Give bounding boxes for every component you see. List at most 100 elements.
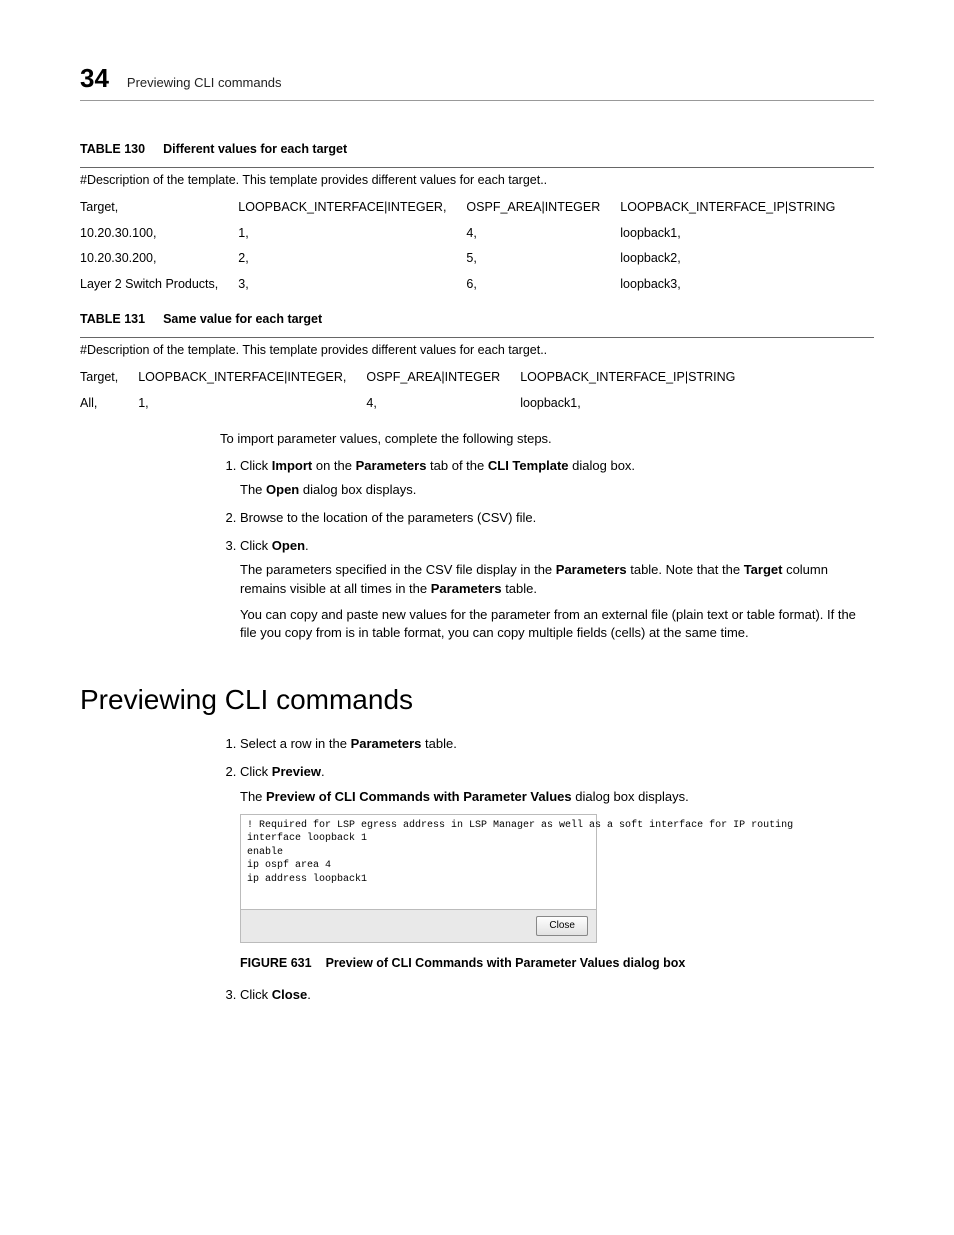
code-line: enable <box>247 846 590 860</box>
text-bold: Preview <box>272 764 321 779</box>
step-3: Click Close. <box>240 986 874 1004</box>
step-1: Select a row in the Parameters table. <box>240 735 874 753</box>
text: dialog box displays. <box>299 482 416 497</box>
step-1-sub: The Open dialog box displays. <box>240 481 874 499</box>
cell: 1, <box>138 391 366 417</box>
step-3-sub2: You can copy and paste new values for th… <box>240 606 874 642</box>
section-heading: Previewing CLI commands <box>80 680 874 719</box>
text: Click <box>240 987 272 1002</box>
cell: 1, <box>238 221 466 247</box>
cell: Target, <box>80 365 138 391</box>
table-130-label: TABLE 130 <box>80 142 145 156</box>
code-line: ip ospf area 4 <box>247 859 590 873</box>
table-131-desc: #Description of the template. This templ… <box>80 337 874 360</box>
table-row: All, 1, 4, loopback1, <box>80 391 755 417</box>
preview-dialog-footer: Close <box>241 909 596 942</box>
text-bold: Close <box>272 987 307 1002</box>
text-bold: Parameters <box>356 458 427 473</box>
chapter-number: 34 <box>80 60 109 96</box>
cell: loopback2, <box>620 246 855 272</box>
text-bold: CLI Template <box>488 458 569 473</box>
text: . <box>307 987 311 1002</box>
text: . <box>321 764 325 779</box>
figure-title: Preview of CLI Commands with Parameter V… <box>326 956 686 970</box>
close-button[interactable]: Close <box>536 916 588 936</box>
table-row: Target, LOOPBACK_INTERFACE|INTEGER, OSPF… <box>80 365 755 391</box>
table-row: 10.20.30.200, 2, 5, loopback2, <box>80 246 855 272</box>
table-130-caption: TABLE 130 Different values for each targe… <box>80 141 874 159</box>
text-bold: Parameters <box>351 736 422 751</box>
cell: Layer 2 Switch Products, <box>80 272 238 298</box>
cell: 2, <box>238 246 466 272</box>
text: table. <box>421 736 456 751</box>
text-bold: Open <box>272 538 305 553</box>
text: Click <box>240 764 272 779</box>
step-3: Click Open. The parameters specified in … <box>240 537 874 642</box>
preview-steps: Select a row in the Parameters table. Cl… <box>220 735 874 1004</box>
preview-dialog-content: ! Required for LSP egress address in LSP… <box>241 815 596 909</box>
cell: OSPF_AREA|INTEGER <box>466 195 620 221</box>
cell: 4, <box>366 391 520 417</box>
cell: 5, <box>466 246 620 272</box>
cell: LOOPBACK_INTERFACE_IP|STRING <box>520 365 755 391</box>
cell: Target, <box>80 195 238 221</box>
table-131-title: Same value for each target <box>163 312 322 326</box>
cell: 10.20.30.200, <box>80 246 238 272</box>
text: The parameters specified in the CSV file… <box>240 562 556 577</box>
text-bold: Parameters <box>431 581 502 596</box>
table-row: Target, LOOPBACK_INTERFACE|INTEGER, OSPF… <box>80 195 855 221</box>
step-2: Click Preview. The Preview of CLI Comman… <box>240 763 874 972</box>
text: Select a row in the <box>240 736 351 751</box>
text: The <box>240 789 266 804</box>
chapter-title: Previewing CLI commands <box>127 74 282 92</box>
cell: LOOPBACK_INTERFACE|INTEGER, <box>138 365 366 391</box>
cell: loopback1, <box>620 221 855 247</box>
text-bold: Parameters <box>556 562 627 577</box>
table-130-title: Different values for each target <box>163 142 347 156</box>
cell: All, <box>80 391 138 417</box>
text: tab of the <box>426 458 487 473</box>
step-2-sub: The Preview of CLI Commands with Paramet… <box>240 788 874 806</box>
text: Browse to the location of the parameters… <box>240 510 536 525</box>
text: dialog box displays. <box>572 789 689 804</box>
cell: LOOPBACK_INTERFACE_IP|STRING <box>620 195 855 221</box>
cell: loopback1, <box>520 391 755 417</box>
table-row: Layer 2 Switch Products, 3, 6, loopback3… <box>80 272 855 298</box>
code-line: ip address loopback1 <box>247 873 590 887</box>
table-131: Target, LOOPBACK_INTERFACE|INTEGER, OSPF… <box>80 365 755 416</box>
text: Click <box>240 538 272 553</box>
step-3-sub1: The parameters specified in the CSV file… <box>240 561 874 597</box>
figure-label: FIGURE 631 <box>240 956 312 970</box>
step-2: Browse to the location of the parameters… <box>240 509 874 527</box>
cell: LOOPBACK_INTERFACE|INTEGER, <box>238 195 466 221</box>
text: dialog box. <box>569 458 636 473</box>
text: The <box>240 482 266 497</box>
code-line: interface loopback 1 <box>247 832 590 846</box>
table-131-label: TABLE 131 <box>80 312 145 326</box>
cell: 3, <box>238 272 466 298</box>
text-bold: Import <box>272 458 312 473</box>
table-row: 10.20.30.100, 1, 4, loopback1, <box>80 221 855 247</box>
cell: 10.20.30.100, <box>80 221 238 247</box>
cell: 4, <box>466 221 620 247</box>
page-header: 34 Previewing CLI commands <box>80 60 874 101</box>
text: . <box>305 538 309 553</box>
text: on the <box>312 458 355 473</box>
table-131-caption: TABLE 131 Same value for each target <box>80 311 874 329</box>
table-130: Target, LOOPBACK_INTERFACE|INTEGER, OSPF… <box>80 195 855 297</box>
text-bold: Preview of CLI Commands with Parameter V… <box>266 789 572 804</box>
figure-631-caption: FIGURE 631 Preview of CLI Commands with P… <box>240 955 874 973</box>
text: table. Note that the <box>627 562 744 577</box>
import-steps: Click Import on the Parameters tab of th… <box>220 457 874 643</box>
preview-dialog: ! Required for LSP egress address in LSP… <box>240 814 597 943</box>
text-bold: Open <box>266 482 299 497</box>
table-130-desc: #Description of the template. This templ… <box>80 167 874 190</box>
cell: OSPF_AREA|INTEGER <box>366 365 520 391</box>
cell: loopback3, <box>620 272 855 298</box>
text-bold: Target <box>744 562 783 577</box>
cell: 6, <box>466 272 620 298</box>
text: table. <box>502 581 537 596</box>
import-intro: To import parameter values, complete the… <box>220 430 874 448</box>
preview-section: Select a row in the Parameters table. Cl… <box>220 735 874 1004</box>
text: Click <box>240 458 272 473</box>
